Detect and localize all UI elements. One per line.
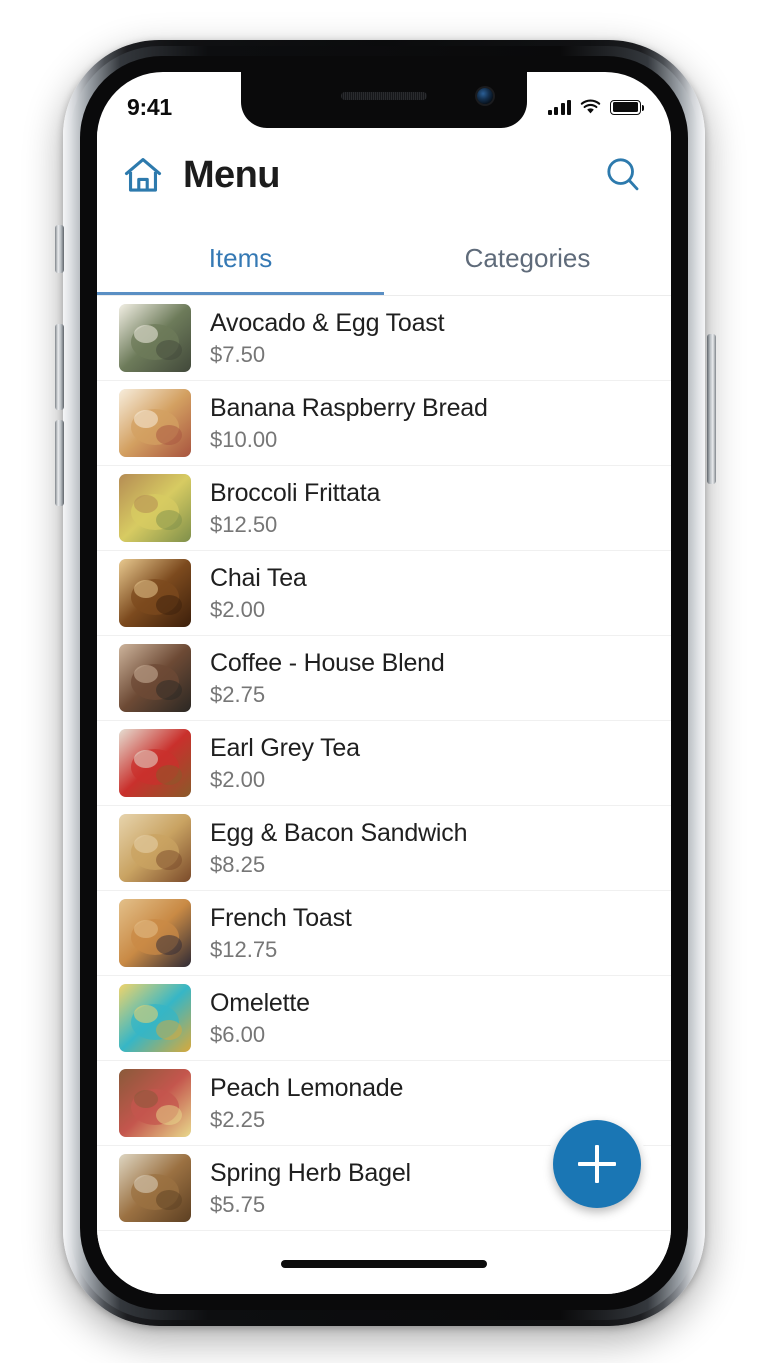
menu-item-row[interactable]: Omelette $6.00 — [97, 976, 671, 1061]
earl-grey-tea-photo — [119, 729, 191, 797]
menu-item-row[interactable]: Banana Raspberry Bread $10.00 — [97, 381, 671, 466]
peach-lemonade-photo — [119, 1069, 191, 1137]
display-notch — [241, 72, 527, 128]
menu-item-name: Banana Raspberry Bread — [210, 393, 488, 422]
menu-item-price: $12.50 — [210, 512, 278, 538]
add-item-fab[interactable] — [553, 1120, 641, 1208]
menu-item-text: Spring Herb Bagel $5.75 — [210, 1159, 411, 1218]
menu-item-row[interactable]: Coffee - House Blend $2.75 — [97, 636, 671, 721]
menu-item-text: French Toast $12.75 — [210, 904, 352, 963]
menu-item-price: $2.25 — [210, 1107, 266, 1133]
earpiece-speaker-icon — [341, 92, 427, 100]
cellular-signal-icon — [547, 99, 571, 115]
home-indicator[interactable] — [281, 1260, 487, 1268]
menu-item-row[interactable]: Earl Grey Tea $2.00 — [97, 721, 671, 806]
menu-item-name: Avocado & Egg Toast — [210, 308, 445, 337]
menu-item-text: Omelette $6.00 — [210, 989, 310, 1048]
omelette-photo — [119, 984, 191, 1052]
menu-item-text: Chai Tea $2.00 — [210, 564, 307, 623]
status-indicators — [547, 99, 645, 115]
menu-item-row[interactable]: Broccoli Frittata $12.50 — [97, 466, 671, 551]
tab-bar: Items Categories — [97, 220, 671, 296]
wifi-icon — [580, 99, 601, 114]
menu-item-row[interactable]: Avocado & Egg Toast $7.50 — [97, 296, 671, 381]
menu-item-name: Egg & Bacon Sandwich — [210, 818, 468, 847]
menu-item-name: Coffee - House Blend — [210, 648, 445, 677]
menu-item-name: Broccoli Frittata — [210, 478, 381, 507]
french-toast-photo — [119, 899, 191, 967]
menu-item-text: Avocado & Egg Toast $7.50 — [210, 308, 445, 368]
plus-icon — [578, 1145, 616, 1183]
screenshot-stage: 9:41 Menu Items Categories Avocado & Egg… — [0, 0, 768, 1363]
menu-item-price: $10.00 — [210, 427, 278, 453]
home-icon[interactable] — [121, 153, 165, 197]
volume-down-button[interactable] — [55, 420, 64, 506]
menu-item-text: Broccoli Frittata $12.50 — [210, 479, 380, 538]
menu-item-name: French Toast — [210, 903, 352, 932]
menu-item-price: $12.75 — [210, 937, 278, 963]
volume-up-button[interactable] — [55, 324, 64, 410]
menu-item-name: Peach Lemonade — [210, 1073, 404, 1102]
power-button[interactable] — [707, 334, 716, 484]
menu-item-text: Earl Grey Tea $2.00 — [210, 734, 360, 793]
front-camera-icon — [477, 88, 493, 104]
menu-item-text: Peach Lemonade $2.25 — [210, 1074, 403, 1133]
menu-item-price: $5.75 — [210, 1192, 266, 1218]
app-header: Menu — [97, 130, 671, 220]
menu-item-row[interactable]: Chai Tea $2.00 — [97, 551, 671, 636]
menu-item-price: $8.25 — [210, 852, 266, 878]
spring-herb-bagel-photo — [119, 1154, 191, 1222]
tab-categories[interactable]: Categories — [384, 220, 671, 296]
phone-screen: 9:41 Menu Items Categories Avocado & Egg… — [97, 72, 671, 1294]
avocado-egg-toast-photo — [119, 304, 191, 372]
menu-item-text: Egg & Bacon Sandwich $8.25 — [210, 819, 467, 878]
menu-item-text: Banana Raspberry Bread $10.00 — [210, 394, 488, 453]
menu-item-price: $7.50 — [210, 342, 266, 368]
menu-item-row[interactable]: French Toast $12.75 — [97, 891, 671, 976]
broccoli-frittata-photo — [119, 474, 191, 542]
battery-full-icon — [610, 99, 645, 115]
menu-item-name: Earl Grey Tea — [210, 733, 360, 762]
menu-item-text: Coffee - House Blend $2.75 — [210, 649, 445, 708]
coffee-house-blend-photo — [119, 644, 191, 712]
menu-item-row[interactable]: Egg & Bacon Sandwich $8.25 — [97, 806, 671, 891]
tab-items[interactable]: Items — [97, 220, 384, 296]
search-icon[interactable] — [603, 155, 643, 195]
menu-item-name: Chai Tea — [210, 563, 307, 592]
menu-item-name: Omelette — [210, 988, 310, 1017]
menu-item-price: $2.00 — [210, 767, 266, 793]
menu-item-price: $2.00 — [210, 597, 266, 623]
page-title: Menu — [183, 153, 280, 196]
egg-bacon-sandwich-photo — [119, 814, 191, 882]
menu-item-price: $6.00 — [210, 1022, 266, 1048]
menu-item-name: Spring Herb Bagel — [210, 1158, 411, 1187]
silence-switch[interactable] — [55, 225, 64, 273]
status-time: 9:41 — [127, 93, 172, 120]
chai-tea-photo — [119, 559, 191, 627]
banana-raspberry-bread-photo — [119, 389, 191, 457]
menu-item-price: $2.75 — [210, 682, 266, 708]
